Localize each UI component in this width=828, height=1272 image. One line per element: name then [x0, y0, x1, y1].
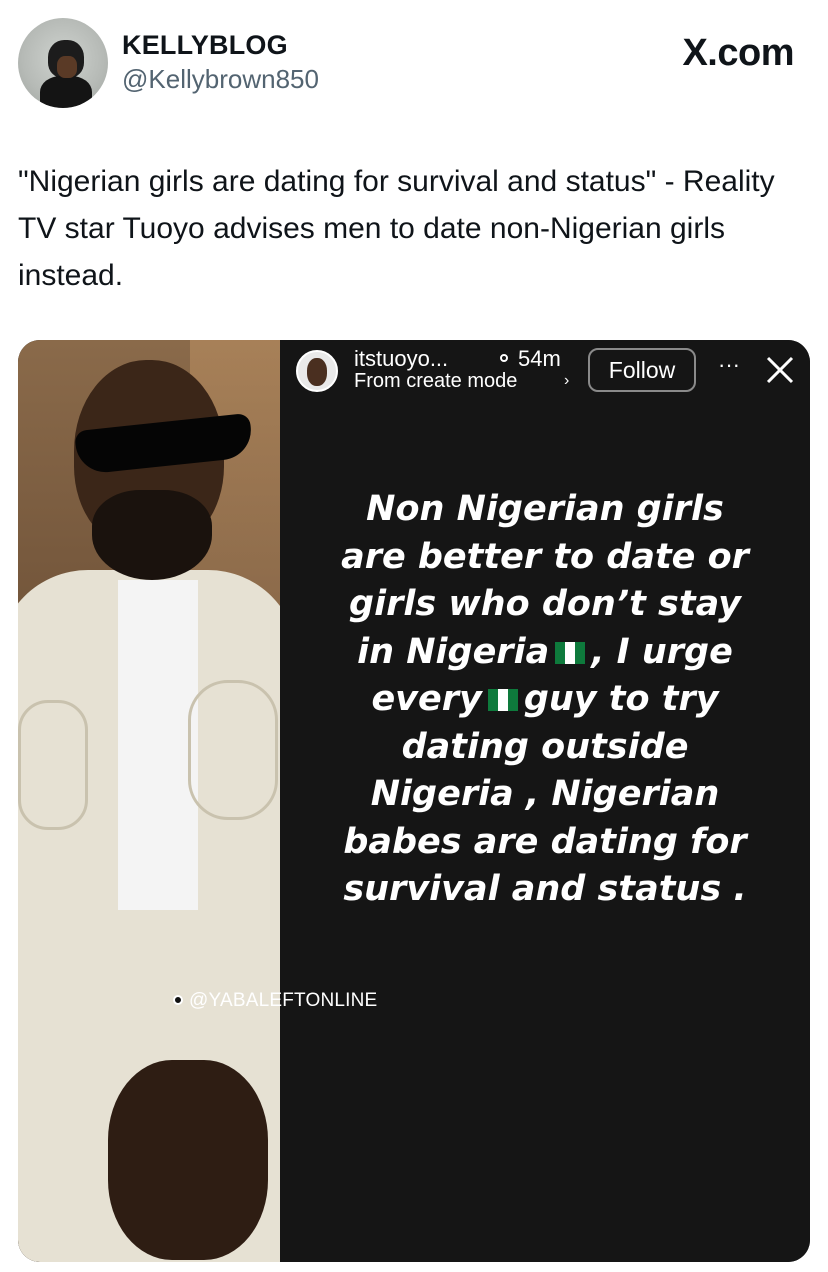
close-icon[interactable] — [760, 350, 800, 390]
story-text: Non Nigerian girls are better to date or… — [300, 486, 790, 914]
post-media[interactable]: itstuoyo... 54m From create mode › Follo… — [18, 340, 810, 1262]
story-line: every guy to try — [300, 676, 790, 724]
post-header: KELLYBLOG @Kellybrown850 X.com — [0, 0, 828, 130]
story-subtitle[interactable]: From create mode — [354, 370, 517, 393]
photo-beard — [92, 490, 212, 580]
photo-person — [18, 340, 280, 1262]
story-line: are better to date or — [341, 536, 749, 577]
nigeria-flag-icon — [555, 641, 586, 664]
more-dots-icon[interactable]: ··· — [714, 352, 744, 382]
avatar[interactable] — [18, 18, 108, 108]
photo-hands — [108, 1060, 268, 1260]
watermark-dot-icon — [173, 995, 183, 1005]
watermark-text: @YABALEFTONLINE — [189, 990, 378, 1011]
story-line-part: , I urge — [591, 631, 733, 672]
avatar-face — [57, 56, 77, 78]
story-panel: itstuoyo... 54m From create mode › Follo… — [280, 340, 810, 1262]
story-avatar[interactable] — [296, 350, 338, 392]
post-text: "Nigerian girls are dating for survival … — [18, 165, 775, 292]
story-line-part: guy to try — [523, 679, 719, 719]
site-label: X.com — [682, 32, 794, 74]
story-line: in Nigeria , I urge — [300, 629, 790, 677]
display-name[interactable]: KELLYBLOG — [122, 30, 288, 61]
photo-patch — [18, 700, 88, 830]
story-line: Nigeria , Nigerian — [370, 774, 720, 814]
follow-button[interactable]: Follow — [588, 348, 696, 392]
avatar-body — [40, 76, 92, 108]
story-line: dating outside — [401, 726, 689, 767]
story-dot-icon — [500, 354, 508, 362]
nigeria-flag-icon — [487, 689, 518, 711]
story-header: itstuoyo... 54m From create mode › Follo… — [280, 340, 810, 410]
story-line: Non Nigerian girls — [366, 489, 724, 529]
user-handle[interactable]: @Kellybrown850 — [122, 64, 319, 95]
story-username[interactable]: itstuoyo... — [354, 346, 448, 372]
story-line: survival and status . — [343, 869, 747, 909]
story-time: 54m — [518, 346, 561, 371]
story-line: girls who don’t stay — [349, 584, 741, 624]
chevron-right-icon: › — [564, 372, 570, 389]
story-line-part: in Nigeria — [357, 631, 550, 672]
story-line: babes are dating for — [343, 821, 747, 862]
watermark: @YABALEFTONLINE — [173, 990, 377, 1012]
story-line-part: every — [371, 679, 482, 719]
photo-patch — [188, 680, 278, 820]
photo-shirt — [118, 580, 198, 910]
